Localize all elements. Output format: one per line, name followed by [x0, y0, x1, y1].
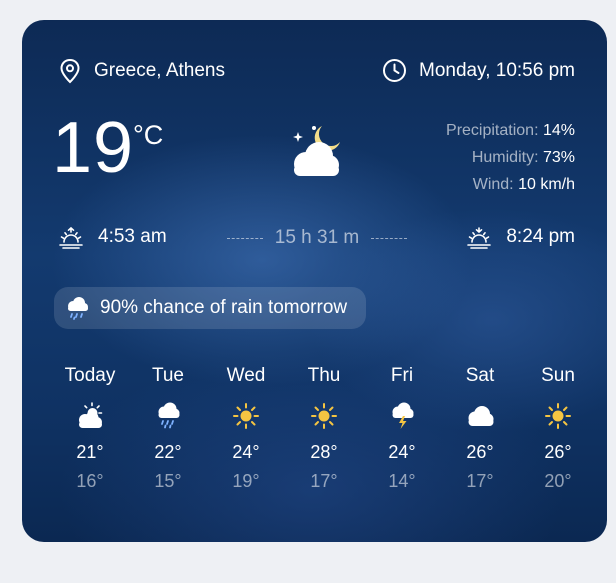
forecast-day-wed[interactable]: Wed 24° 19°: [210, 365, 282, 492]
forecast-day-thu[interactable]: Thu 28° 17°: [288, 365, 360, 492]
high-temp: 26°: [466, 442, 494, 462]
datetime-label: Monday, 10:56 pm: [419, 59, 575, 81]
partly-cloudy-icon: [54, 396, 126, 436]
sun-icon: [288, 396, 360, 436]
forecast-day-tue[interactable]: Tue 22° 15°: [132, 365, 204, 492]
day-name: Sat: [465, 365, 495, 386]
high-temp: 21°: [76, 442, 104, 462]
rain-notice[interactable]: 90% chance of rain tomorrow: [54, 287, 367, 329]
divider: [371, 237, 408, 239]
datetime: Monday, 10:56 pm: [382, 58, 575, 83]
low-temp: 14°: [388, 471, 416, 491]
high-temp: 22°: [154, 442, 182, 462]
day-length-value: 15 h 31 m: [274, 227, 360, 248]
low-temp: 17°: [310, 471, 338, 491]
humidity-row: Humidity: 73%: [446, 144, 575, 171]
rain-notice-text: 90% chance of rain tomorrow: [100, 297, 348, 318]
high-temp: 28°: [310, 442, 338, 462]
forecast-day-today[interactable]: Today 21° 16°: [54, 365, 126, 492]
forecast-row: Today 21° 16° Tue 22° 15° Wed 24° 19° Th…: [54, 365, 594, 492]
cloud-icon: [444, 396, 516, 436]
sun-icon: [210, 396, 282, 436]
location-pin-icon: [60, 58, 80, 84]
thunderstorm-icon: [366, 396, 438, 436]
humidity-label: Humidity:: [471, 149, 539, 166]
low-temp: 16°: [76, 471, 104, 491]
day-name: Sun: [541, 365, 575, 386]
wind-label: Wind:: [472, 176, 514, 193]
day-name: Tue: [151, 365, 185, 386]
precipitation-row: Precipitation: 14%: [446, 117, 575, 144]
high-temp: 26°: [544, 442, 572, 462]
precipitation-value: 14%: [542, 122, 575, 139]
partly-cloudy-night-icon: [284, 120, 346, 187]
rain-cloud-icon: [68, 297, 88, 320]
sun-icon: [522, 396, 594, 436]
forecast-day-sun[interactable]: Sun 26° 20°: [522, 365, 594, 492]
low-temp: 15°: [154, 471, 182, 491]
high-temp: 24°: [232, 442, 260, 462]
sunrise-icon: [59, 226, 83, 249]
day-length: 15 h 31 m: [197, 227, 437, 249]
location[interactable]: Greece, Athens: [58, 58, 225, 84]
forecast-day-fri[interactable]: Fri 24° 14°: [366, 365, 438, 492]
high-temp: 24°: [388, 442, 416, 462]
temperature-unit: °C: [133, 120, 164, 150]
precipitation-label: Precipitation:: [446, 122, 539, 139]
weather-stats: Precipitation: 14% Humidity: 73% Wind: 1…: [446, 117, 575, 198]
wind-value: 10 km/h: [518, 176, 575, 193]
sunset: 8:24 pm: [466, 225, 575, 249]
humidity-value: 73%: [542, 149, 575, 166]
day-name: Today: [64, 365, 116, 386]
low-temp: 20°: [544, 471, 572, 491]
wind-row: Wind: 10 km/h: [446, 171, 575, 198]
sunrise: 4:53 am: [58, 225, 167, 249]
sunset-icon: [467, 227, 492, 249]
divider: [226, 237, 263, 239]
sunset-time: 8:24 pm: [506, 226, 575, 247]
clock-icon: [383, 59, 407, 82]
location-label: Greece, Athens: [94, 60, 225, 81]
current-temperature: 19: [52, 108, 135, 188]
rain-icon: [132, 396, 204, 436]
forecast-day-sat[interactable]: Sat 26° 17°: [444, 365, 516, 492]
day-name: Thu: [307, 365, 341, 386]
sunrise-time: 4:53 am: [98, 226, 167, 247]
weather-widget: Greece, Athens Monday, 10:56 pm 19 °C Pr…: [22, 20, 607, 542]
low-temp: 17°: [466, 471, 494, 491]
day-name: Wed: [226, 365, 266, 386]
day-name: Fri: [390, 365, 414, 386]
low-temp: 19°: [232, 471, 260, 491]
